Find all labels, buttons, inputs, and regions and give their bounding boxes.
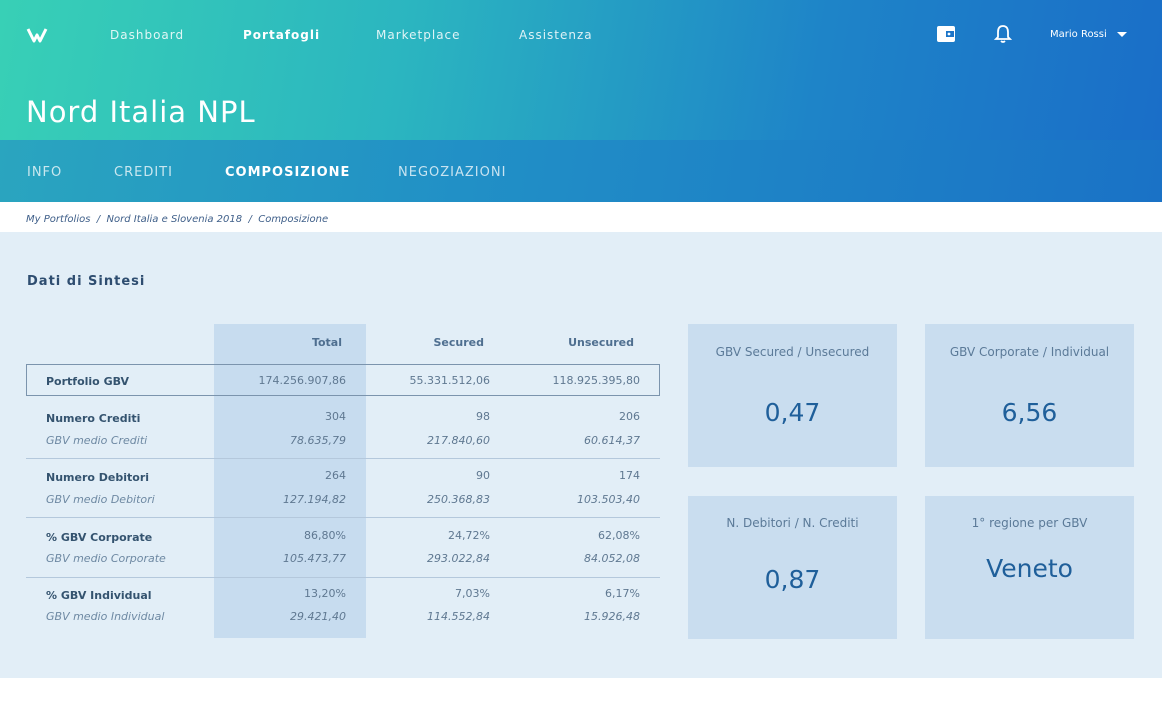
kpi-card-secured-unsecured: GBV Secured / Unsecured 0,47 — [688, 324, 897, 467]
table-cell: 62,08% — [598, 529, 640, 542]
row-label-numero-crediti: Numero Crediti — [46, 412, 141, 425]
table-cell: 114.552,84 — [427, 610, 490, 623]
table-cell: 98 — [476, 410, 490, 423]
row-label-portfolio-gbv: Portfolio GBV — [46, 375, 130, 388]
kpi-card-value: 0,47 — [764, 398, 821, 427]
row-label-gbv-medio-corporate: GBV medio Corporate — [46, 552, 166, 565]
tab-bar: INFO CREDITI COMPOSIZIONE NEGOZIAZIONI — [0, 140, 1162, 202]
table-cell: 105.473,77 — [283, 552, 346, 565]
row-label-gbv-individual: % GBV Individual — [46, 589, 152, 602]
page-title: Nord Italia NPL — [26, 95, 256, 129]
table-cell: 78.635,79 — [290, 434, 346, 447]
tab-composizione[interactable]: COMPOSIZIONE — [225, 165, 350, 180]
wallet-icon[interactable] — [936, 25, 956, 43]
table-cell: 90 — [476, 469, 490, 482]
kpi-card-title: GBV Secured / Unsecured — [715, 345, 870, 359]
row-divider — [26, 458, 660, 459]
nav-portafogli[interactable]: Portafogli — [243, 28, 320, 42]
table-cell: 103.503,40 — [577, 493, 640, 506]
tab-negoziazioni[interactable]: NEGOZIAZIONI — [398, 165, 506, 180]
table-cell: 217.840,60 — [427, 434, 490, 447]
table-cell: 24,72% — [448, 529, 490, 542]
table-cell: 86,80% — [304, 529, 346, 542]
tab-info[interactable]: INFO — [27, 165, 62, 180]
kpi-card-debitori-crediti: N. Debitori / N. Crediti 0,87 — [688, 496, 897, 639]
table-cell: 304 — [325, 410, 346, 423]
table-cell: 118.925.395,80 — [552, 374, 640, 387]
chevron-down-icon[interactable] — [1117, 32, 1127, 37]
bell-icon[interactable] — [994, 24, 1012, 44]
table-cell: 250.368,83 — [427, 493, 490, 506]
kpi-card-corporate-individual: GBV Corporate / Individual 6,56 — [925, 324, 1134, 467]
column-header-total: Total — [311, 336, 342, 349]
table-cell: 29.421,40 — [290, 610, 346, 623]
table-cell: 60.614,37 — [584, 434, 640, 447]
row-divider — [26, 517, 660, 518]
top-header: Dashboard Portafogli Marketplace Assiste… — [0, 0, 1162, 140]
table-cell: 15.926,48 — [584, 610, 640, 623]
tab-crediti[interactable]: CREDITI — [114, 165, 173, 180]
column-header-unsecured: Unsecured — [568, 336, 634, 349]
nav-dashboard[interactable]: Dashboard — [110, 28, 184, 42]
table-cell: 84.052,08 — [584, 552, 640, 565]
table-cell: 174 — [619, 469, 640, 482]
table-cell: 174.256.907,86 — [258, 374, 346, 387]
user-menu[interactable]: Mario Rossi — [1050, 29, 1107, 40]
nav-assistenza[interactable]: Assistenza — [519, 28, 593, 42]
table-cell: 264 — [325, 469, 346, 482]
row-label-gbv-medio-individual: GBV medio Individual — [46, 610, 165, 623]
logo-icon[interactable] — [26, 25, 48, 45]
kpi-card-value: 6,56 — [1001, 398, 1058, 427]
kpi-card-value: 0,87 — [764, 565, 821, 594]
kpi-card-title: GBV Corporate / Individual — [949, 345, 1110, 359]
table-cell: 206 — [619, 410, 640, 423]
row-label-gbv-medio-crediti: GBV medio Crediti — [46, 434, 148, 447]
table-cell: 55.331.512,06 — [409, 374, 490, 387]
column-header-secured: Secured — [433, 336, 485, 349]
row-divider — [26, 577, 660, 578]
breadcrumb[interactable]: My Portfolios / Nord Italia e Slovenia 2… — [26, 214, 328, 225]
row-label-numero-debitori: Numero Debitori — [46, 471, 150, 484]
table-cell: 7,03% — [455, 587, 490, 600]
row-label-gbv-medio-debitori: GBV medio Debitori — [46, 493, 155, 506]
kpi-card-title: N. Debitori / N. Crediti — [726, 516, 859, 530]
table-cell: 6,17% — [605, 587, 640, 600]
table-cell: 293.022,84 — [427, 552, 490, 565]
nav-marketplace[interactable]: Marketplace — [376, 28, 461, 42]
row-label-gbv-corporate: % GBV Corporate — [46, 531, 153, 544]
section-title: Dati di Sintesi — [27, 274, 146, 289]
kpi-card-value: Veneto — [986, 554, 1073, 583]
table-cell: 13,20% — [304, 587, 346, 600]
table-cell: 127.194,82 — [283, 493, 346, 506]
kpi-card-top-region: 1° regione per GBV Veneto — [925, 496, 1134, 639]
kpi-card-title: 1° regione per GBV — [971, 516, 1088, 530]
